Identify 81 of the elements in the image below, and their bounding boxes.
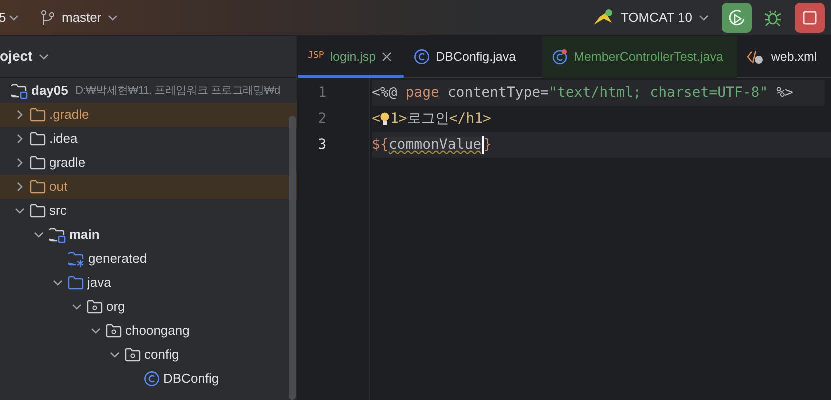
rerun-icon	[728, 8, 746, 26]
item-label: config	[144, 346, 180, 364]
code-line: <%@ page contentType="text/html; charset=UTF-8" %>	[372, 85, 794, 101]
stop-button[interactable]	[794, 2, 824, 32]
tree-item[interactable]: generated	[0, 247, 297, 271]
chevron-down-icon[interactable]	[90, 328, 100, 334]
item-label: .idea	[50, 130, 78, 148]
folder-icon	[30, 180, 46, 194]
folder-icon	[30, 204, 46, 218]
tree-item[interactable]: .idea	[0, 127, 297, 151]
chevron-down-icon[interactable]	[110, 352, 120, 358]
tree-item[interactable]: org	[0, 295, 297, 319]
chevron-down-icon[interactable]	[14, 208, 24, 214]
item-label: org	[106, 298, 126, 316]
item-label: day05	[32, 82, 68, 100]
package-icon	[106, 324, 122, 338]
item-label: choongang	[126, 322, 190, 340]
chevron-right-icon[interactable]	[16, 110, 22, 120]
debug-icon[interactable]	[764, 8, 782, 26]
tree-item[interactable]: DBConfig	[0, 367, 297, 391]
tree-item[interactable]: main	[0, 223, 297, 247]
folder-icon	[30, 108, 46, 122]
close-icon[interactable]	[382, 52, 392, 62]
item-label: gradle	[50, 154, 86, 172]
source-folder-icon	[68, 276, 84, 290]
editor-tab[interactable]: JSP login.jsp	[298, 36, 404, 78]
chevron-right-icon[interactable]	[16, 134, 22, 144]
editor-tab[interactable]: MemberControllerTest.java	[542, 36, 738, 78]
item-label: java	[88, 274, 112, 292]
line-number: 1	[317, 84, 328, 103]
xml-file-icon	[747, 49, 766, 65]
chevron-down-icon	[9, 14, 20, 20]
text-cursor	[482, 136, 484, 154]
editor-tab[interactable]: DBConfig.java	[404, 36, 542, 78]
tree-item[interactable]: out	[0, 175, 297, 199]
chevron-right-icon[interactable]	[16, 158, 22, 168]
tree-item[interactable]: config	[0, 343, 297, 367]
item-label: DBConfig	[164, 370, 220, 388]
code-line: ${commonValue}	[372, 137, 492, 153]
tree-item[interactable]: .gradle	[0, 103, 297, 127]
class-icon	[144, 371, 160, 387]
chevron-down-icon[interactable]	[72, 304, 82, 310]
lightbulb-icon	[380, 111, 390, 128]
item-label: .gradle	[50, 106, 90, 124]
package-icon	[125, 348, 142, 362]
chevron-down-icon[interactable]	[34, 232, 44, 238]
tree-item[interactable]: src	[0, 199, 297, 223]
item-label: generated	[88, 250, 148, 268]
module-folder-icon	[49, 228, 66, 242]
package-icon	[87, 300, 104, 314]
stop-icon	[802, 10, 816, 24]
chevron-down-icon	[39, 54, 50, 60]
item-label: main	[70, 226, 100, 244]
run-configuration[interactable]: TOMCAT 10	[620, 8, 692, 28]
chevron-right-icon[interactable]	[16, 182, 22, 192]
tree-item[interactable]: choongang	[0, 319, 297, 343]
tree-item[interactable]: day05 D:₩박세현₩11. 프레임워크 프로그래밍₩d	[0, 79, 297, 103]
chevron-down-icon[interactable]	[52, 280, 62, 286]
path-hint: D:₩박세현₩11. 프레임워크 프로그래밍₩d	[76, 84, 280, 99]
panel-title[interactable]: oject	[0, 46, 33, 67]
tree-item[interactable]: gradle	[0, 151, 297, 175]
code-line: < 1>로그인</h1>	[372, 111, 492, 127]
chevron-down-icon	[699, 14, 709, 20]
item-label: src	[50, 202, 67, 220]
generated-folder-icon	[68, 252, 86, 266]
jsp-file-icon: JSP	[308, 50, 324, 64]
module-folder-icon	[11, 84, 28, 98]
scrollbar[interactable]	[289, 116, 296, 400]
item-label: out	[50, 178, 68, 196]
chevron-down-icon	[108, 14, 118, 20]
editor-tab[interactable]: web.xml	[737, 36, 830, 78]
tree-item[interactable]: java	[0, 271, 297, 295]
folder-icon	[30, 156, 46, 170]
line-number: 3	[317, 136, 328, 155]
test-class-icon	[552, 49, 568, 65]
class-icon	[414, 49, 430, 65]
rerun-button[interactable]	[722, 2, 752, 32]
branch-name[interactable]: master	[62, 8, 102, 28]
folder-icon	[30, 132, 46, 146]
branch-icon	[41, 10, 56, 26]
line-number: 2	[317, 110, 328, 129]
